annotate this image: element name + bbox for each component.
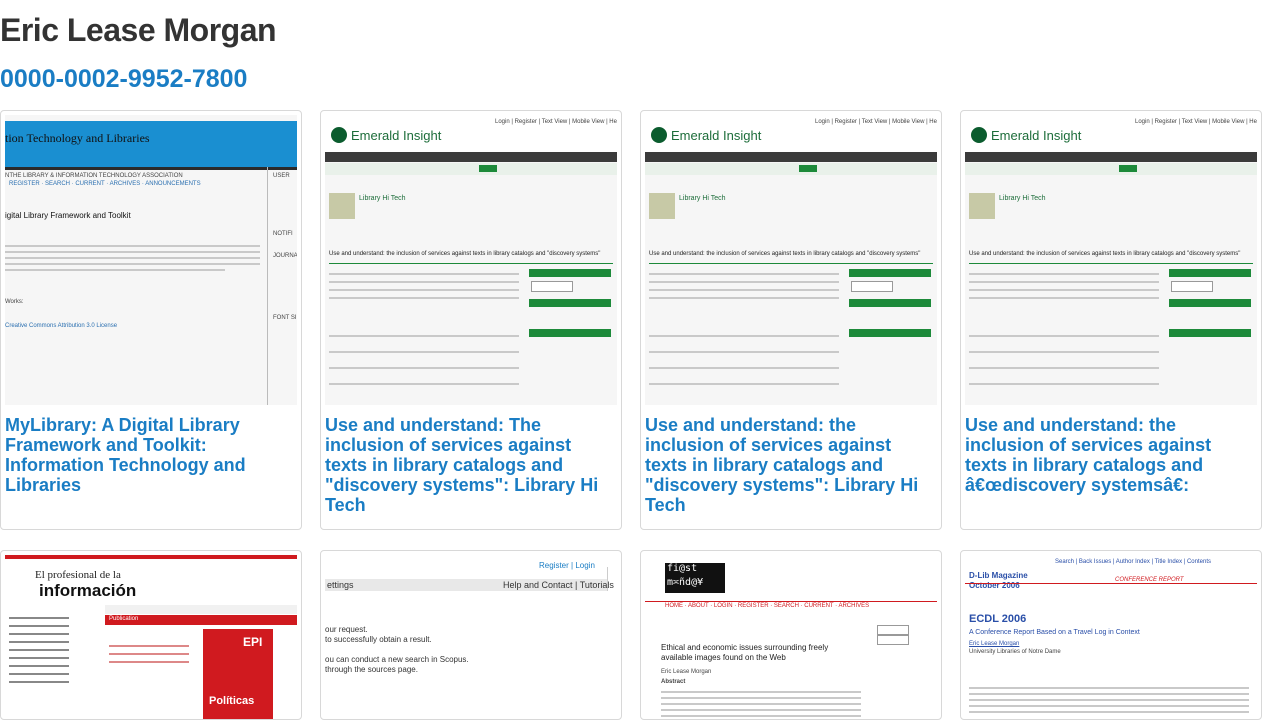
journal-logo: m≍ñd@¥ xyxy=(667,577,704,588)
settings-label: ettings xyxy=(327,580,354,590)
report-banner: CONFERENCE REPORT xyxy=(1115,577,1184,583)
message-line: ou can conduct a new search in Scopus. xyxy=(325,655,469,664)
thumb-heading: tion Technology and Libraries xyxy=(5,131,150,145)
journal-logo: fi@st xyxy=(667,563,698,574)
work-title-link[interactable]: Use and understand: the inclusion of ser… xyxy=(965,415,1255,495)
thumb-subheading: igital Library Framework and Toolkit xyxy=(5,211,131,220)
abstract-label: Abstract xyxy=(661,679,686,685)
message-line: to successfully obtain a result. xyxy=(325,635,432,644)
work-card[interactable]: tion Technology and Libraries NTHE LIBRA… xyxy=(0,110,302,530)
register-link: Register | Login xyxy=(539,561,595,570)
message-line: through the sources page. xyxy=(325,665,418,674)
work-card[interactable]: Emerald Insight Login | Register | Text … xyxy=(320,110,622,530)
article-author: Eric Lease Morgan xyxy=(969,641,1020,647)
message-line: our request. xyxy=(325,625,368,634)
work-thumbnail[interactable]: Search | Back Issues | Author Index | Ti… xyxy=(965,555,1257,719)
thumb-heading2: información xyxy=(39,581,137,600)
thumb-heading: Emerald Insight xyxy=(671,128,762,143)
article-title: ECDL 2006 xyxy=(969,613,1027,625)
thumb-heading: El profesional de la xyxy=(35,569,121,581)
work-thumbnail[interactable]: Register | Login ettings Help and Contac… xyxy=(325,555,617,719)
work-thumbnail[interactable]: Emerald Insight Login | Register | Text … xyxy=(325,115,617,405)
work-title-link[interactable]: Use and understand: the inclusion of ser… xyxy=(645,415,935,515)
thumb-heading: Emerald Insight xyxy=(351,128,442,143)
cover-label: EPI xyxy=(243,635,263,649)
work-title-link[interactable]: MyLibrary: A Digital Library Framework a… xyxy=(5,415,295,495)
article-title: Ethical and economic issues surrounding … xyxy=(661,643,829,662)
work-title-link[interactable]: Use and understand: The inclusion of ser… xyxy=(325,415,615,515)
thumb-subheading: Use and understand: the inclusion of ser… xyxy=(649,251,921,257)
thumb-heading: Emerald Insight xyxy=(991,128,1082,143)
thumb-subheading: Use and understand: the inclusion of ser… xyxy=(329,251,601,257)
work-card[interactable]: fi@st m≍ñd@¥ HOME · ABOUT · LOGIN · REGI… xyxy=(640,550,942,720)
work-card[interactable]: Register | Login ettings Help and Contac… xyxy=(320,550,622,720)
help-tutorials: Help and Contact | Tutorials xyxy=(503,580,614,590)
author-affiliation: University Libraries of Notre Dame xyxy=(969,649,1061,655)
work-thumbnail[interactable]: tion Technology and Libraries NTHE LIBRA… xyxy=(5,115,297,405)
cover-subtitle: Políticas xyxy=(209,695,255,707)
work-card[interactable]: Search | Back Issues | Author Index | Ti… xyxy=(960,550,1262,720)
work-card[interactable]: Emerald Insight Login | Register | Text … xyxy=(960,110,1262,530)
work-thumbnail[interactable]: Emerald Insight Login | Register | Text … xyxy=(645,115,937,405)
thumb-subheading: Use and understand: the inclusion of ser… xyxy=(969,251,1241,257)
magazine-title: D-Lib Magazine xyxy=(969,571,1028,580)
work-thumbnail[interactable]: fi@st m≍ñd@¥ HOME · ABOUT · LOGIN · REGI… xyxy=(645,555,937,719)
orcid-link[interactable]: 0000-0002-9952-7800 xyxy=(0,65,247,94)
work-card[interactable]: Emerald Insight Login | Register | Text … xyxy=(640,110,942,530)
work-thumbnail[interactable]: El profesional de la información Publica… xyxy=(5,555,297,719)
profile-name: Eric Lease Morgan xyxy=(0,12,277,48)
article-subtitle: A Conference Report Based on a Travel Lo… xyxy=(969,629,1140,636)
work-card[interactable]: El profesional de la información Publica… xyxy=(0,550,302,720)
work-thumbnail[interactable]: Emerald Insight Login | Register | Text … xyxy=(965,115,1257,405)
article-author: Eric Lease Morgan xyxy=(661,669,712,675)
